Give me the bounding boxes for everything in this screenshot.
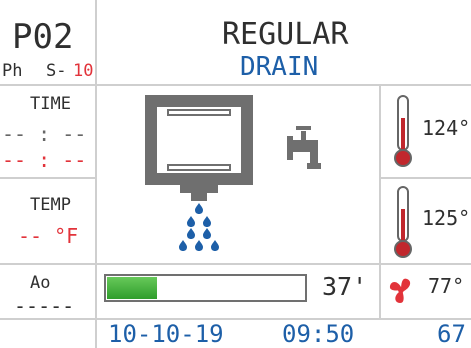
divider-horizontal-footer (0, 318, 471, 320)
cycle-progress-fill (107, 277, 157, 299)
footer-time: 09:50 (282, 320, 355, 348)
step-number: 10 (73, 61, 94, 81)
temperature-reading-middle: 125° (422, 206, 471, 230)
water-drops-icon (179, 203, 219, 251)
program-code: P02 (12, 17, 74, 57)
time-value-secondary: -- : -- (2, 148, 87, 172)
divider-vertical-right (379, 84, 381, 319)
temperature-reading-top: 124° (422, 116, 471, 140)
water-faucet-icon (287, 126, 321, 169)
divider-vertical-left (95, 0, 97, 348)
temp-value: -- °F (18, 224, 79, 248)
divider-horizontal-header (0, 84, 471, 86)
fan-temperature: 77° (428, 274, 465, 298)
thermometer-icon (394, 95, 412, 167)
time-value-primary: -- : -- (2, 122, 87, 146)
footer-date: 10-10-19 (108, 320, 224, 348)
fan-icon (389, 278, 411, 303)
thermometer-icon (394, 186, 412, 258)
ao-value: ----- (14, 294, 75, 318)
temp-label: TEMP (30, 195, 71, 215)
time-label: TIME (30, 94, 71, 114)
control-panel-screen: P02 Ph S- 10 REGULAR DRAIN TIME -- : -- … (0, 0, 471, 348)
cycle-progress-bar (104, 274, 307, 302)
ao-label: Ao (30, 273, 51, 293)
phase-label: Ph (2, 61, 23, 81)
footer-value: 67 (437, 320, 466, 348)
divider-horizontal-time (0, 177, 96, 179)
washer-drain-icon (145, 95, 253, 251)
step-prefix: S- (46, 61, 67, 81)
cycle-name: REGULAR (222, 17, 349, 52)
cycle-phase: DRAIN (240, 52, 319, 82)
remaining-time: 37' (322, 272, 368, 301)
divider-horizontal-right-mid (380, 177, 471, 179)
